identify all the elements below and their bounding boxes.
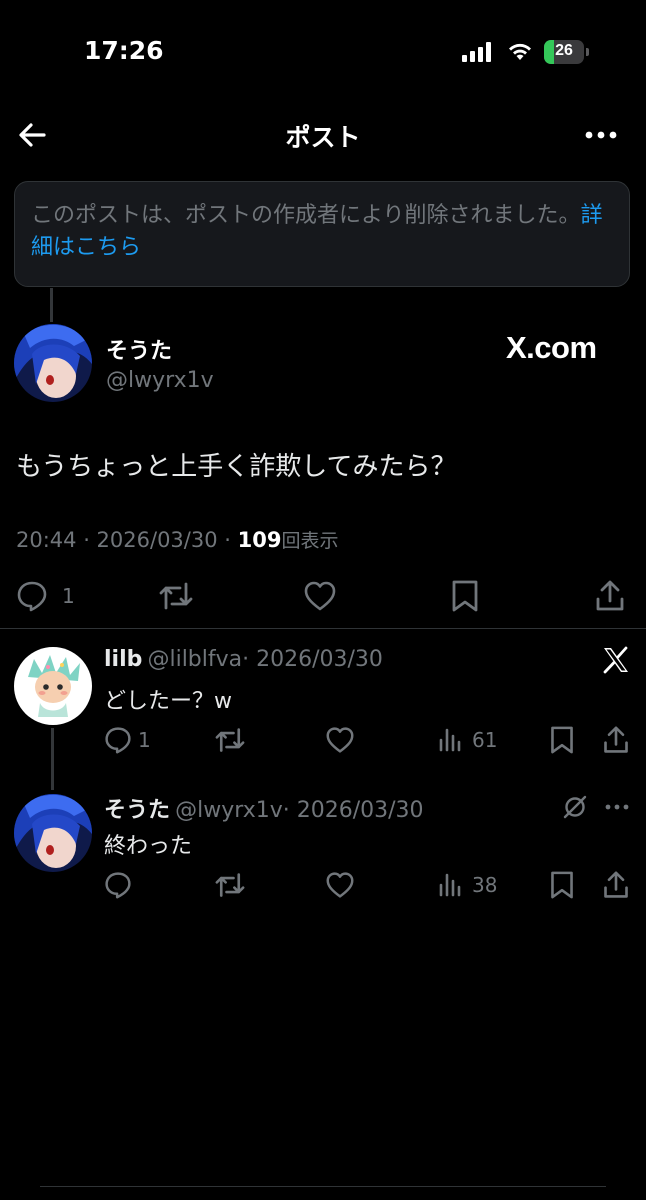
- like-icon[interactable]: [325, 726, 355, 754]
- reply-count: 1: [62, 584, 75, 608]
- more-options-icon[interactable]: [604, 798, 630, 816]
- reply-author-handle[interactable]: @lwyrx1v: [175, 798, 283, 823]
- cellular-signal-icon: [462, 42, 491, 62]
- reply-author-handle[interactable]: @lilblfva: [147, 647, 242, 672]
- deleted-post-notice-text: このポストは、ポストの作成者により削除されました。: [31, 203, 581, 228]
- reply-icon[interactable]: [104, 871, 132, 899]
- thread-line: [50, 288, 53, 322]
- repost-icon[interactable]: [158, 580, 194, 612]
- reply-author-name[interactable]: そうた: [104, 798, 170, 823]
- share-icon[interactable]: [602, 870, 630, 900]
- divider: [0, 628, 646, 629]
- bookmark-icon[interactable]: [549, 870, 575, 900]
- page-title: ポスト: [285, 123, 361, 152]
- reply-date: · 2026/03/30: [242, 647, 383, 672]
- avatar-image: [14, 647, 92, 725]
- post-meta: 20:44 · 2026/03/30 · 109回表示: [16, 526, 338, 553]
- reply-avatar[interactable]: [14, 794, 92, 872]
- avatar-image: [14, 794, 92, 872]
- author-handle[interactable]: @lwyrx1v: [106, 368, 214, 393]
- share-icon[interactable]: [594, 579, 626, 613]
- wifi-icon: [509, 43, 531, 60]
- status-time: 17:26: [84, 36, 164, 65]
- divider: [40, 1186, 606, 1187]
- like-icon[interactable]: [303, 580, 337, 612]
- share-icon[interactable]: [602, 725, 630, 755]
- view-count: 109: [237, 528, 282, 552]
- reply-icon[interactable]: [16, 580, 48, 612]
- repost-icon[interactable]: [214, 726, 246, 754]
- reply-header: そうた @lwyrx1v· 2026/03/30: [104, 792, 424, 824]
- bookmark-icon[interactable]: [450, 579, 480, 613]
- post-timestamp: 20:44 · 2026/03/30 ·: [16, 528, 238, 552]
- analytics-icon[interactable]: [438, 726, 464, 752]
- view-count: 38: [472, 873, 498, 897]
- author-name[interactable]: そうた: [106, 333, 172, 365]
- reply-icon[interactable]: [104, 726, 132, 754]
- view-count-label: 回表示: [281, 530, 339, 552]
- repost-icon[interactable]: [214, 871, 246, 899]
- battery-icon: 26: [544, 40, 590, 64]
- more-options-icon[interactable]: [584, 122, 618, 148]
- reply-count: 1: [138, 728, 151, 752]
- analytics-icon[interactable]: [438, 871, 464, 897]
- post-text: もうちょっと上手く詐欺してみたら？: [16, 452, 457, 482]
- reply-author-name[interactable]: lilb: [104, 647, 142, 672]
- reply-header: lilb @lilblfva· 2026/03/30: [104, 647, 383, 672]
- like-icon[interactable]: [325, 871, 355, 899]
- hidden-reply-icon[interactable]: [562, 794, 588, 820]
- view-count: 61: [472, 728, 498, 752]
- battery-percentage: 26: [555, 42, 573, 59]
- avatar-image: [14, 324, 92, 402]
- reply-text: どしたー？w: [104, 689, 232, 714]
- avatar[interactable]: [14, 324, 92, 402]
- thread-line: [51, 728, 54, 790]
- reply-date: · 2026/03/30: [282, 798, 424, 823]
- deleted-post-notice: このポストは、ポストの作成者により削除されました。詳細はこちら: [14, 181, 630, 287]
- reply-text: 終わった: [104, 834, 193, 859]
- reply-avatar[interactable]: [14, 647, 92, 725]
- x-com-watermark: X.com: [506, 330, 597, 365]
- bookmark-icon[interactable]: [549, 725, 575, 755]
- x-logo-icon: [603, 646, 628, 674]
